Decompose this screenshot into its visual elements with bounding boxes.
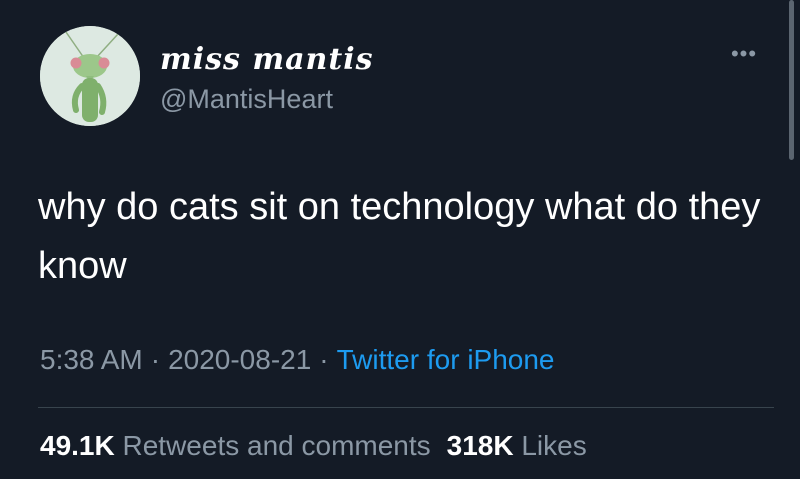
tweet-time[interactable]: 5:38 AM xyxy=(40,344,143,375)
likes-label: Likes xyxy=(521,430,587,461)
retweets-stat[interactable]: 49.1K Retweets and comments xyxy=(40,430,431,461)
praying-mantis-avatar-icon xyxy=(40,26,140,126)
tweet-date[interactable]: 2020-08-21 xyxy=(168,344,311,375)
likes-stat[interactable]: 318K Likes xyxy=(447,430,587,461)
retweets-count: 49.1K xyxy=(40,430,115,461)
meta-separator: · xyxy=(319,344,329,375)
tweet-card: miss mantis @MantisHeart ••• why do cats… xyxy=(0,0,800,479)
avatar[interactable] xyxy=(40,26,140,126)
meta-separator: · xyxy=(150,344,161,375)
likes-count: 318K xyxy=(446,430,514,461)
retweets-label: Retweets and comments xyxy=(122,430,431,461)
scrollbar-thumb[interactable] xyxy=(789,0,794,160)
tweet-text: why do cats sit on technology what do th… xyxy=(38,186,761,287)
divider xyxy=(38,407,774,408)
more-options-icon[interactable]: ••• xyxy=(724,40,764,68)
display-name[interactable]: miss mantis xyxy=(160,42,374,77)
user-handle[interactable]: @MantisHeart xyxy=(160,84,333,115)
tweet-source-link[interactable]: Twitter for iPhone xyxy=(337,344,555,375)
tweet-meta: 5:38 AM · 2020-08-21 · Twitter for iPhone xyxy=(40,344,555,376)
tweet-stats: 49.1K Retweets and comments 318K Likes xyxy=(40,430,587,462)
